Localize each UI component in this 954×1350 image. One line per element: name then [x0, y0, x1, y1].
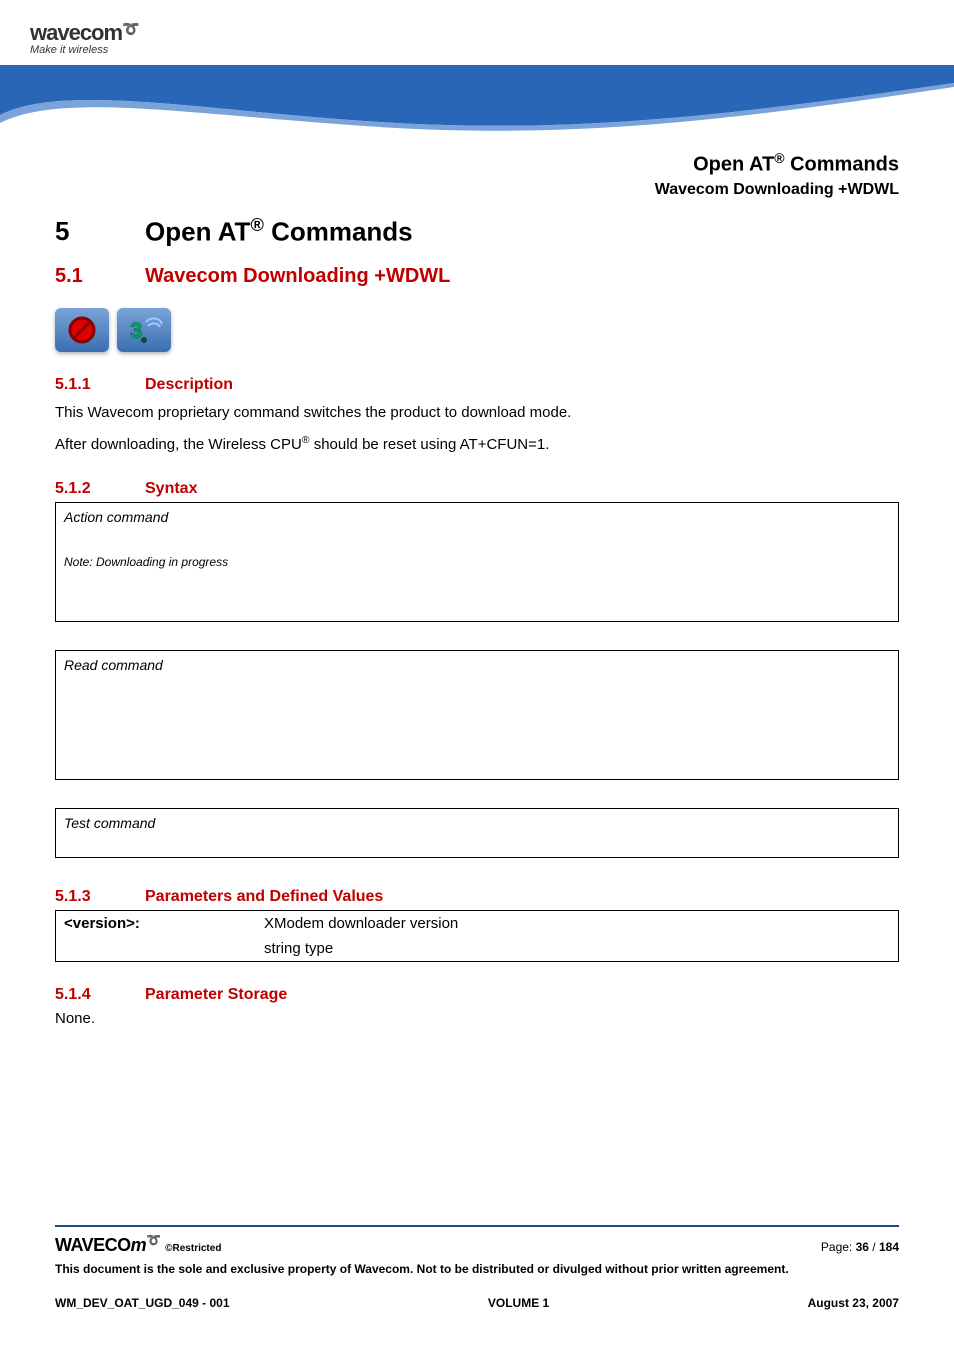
description-para2: After downloading, the Wireless CPU® sho…: [55, 433, 899, 457]
footer-page-label: Page:: [821, 1240, 856, 1254]
subsection-description: 5.1.1Description: [55, 376, 899, 394]
syntax-test-label: Test command: [64, 815, 890, 831]
param-name: [64, 940, 264, 957]
footer-page-current: 36: [856, 1240, 869, 1254]
subsection-title: Parameter Storage: [145, 986, 287, 1003]
footer-page: Page: 36 / 184: [821, 1240, 899, 1254]
syntax-action-note: Note: Downloading in progress: [64, 555, 890, 569]
description-para1: This Wavecom proprietary command switche…: [55, 402, 899, 425]
chapter-number: 5: [55, 216, 145, 247]
logo-brand: wavecom➰: [30, 20, 140, 46]
subsection-title: Parameters and Defined Values: [145, 888, 383, 905]
capability-icons: 3: [55, 308, 899, 352]
section-title: Wavecom Downloading +WDWL: [145, 265, 450, 287]
subsection-number: 5.1.1: [55, 376, 145, 394]
storage-body: None.: [55, 1008, 899, 1031]
subsection-syntax: 5.1.2Syntax: [55, 480, 899, 498]
svg-text:3: 3: [130, 318, 142, 343]
syntax-read-label: Read command: [64, 657, 890, 673]
param-desc: string type: [264, 940, 890, 957]
logo-area: wavecom➰ Make it wireless: [30, 20, 140, 56]
footer-doc-id: WM_DEV_OAT_UGD_049 - 001: [55, 1296, 230, 1310]
subsection-title: Description: [145, 376, 233, 393]
footer-restricted: ©Restricted: [165, 1243, 221, 1254]
footer-volume: VOLUME 1: [488, 1296, 549, 1310]
header-swoosh-icon: [0, 65, 954, 140]
page-header-main: Open AT® Commands: [0, 150, 899, 177]
footer-legal: This document is the sole and exclusive …: [55, 1262, 899, 1278]
page-header-sub: Wavecom Downloading +WDWL: [0, 181, 899, 199]
subsection-storage: 5.1.4Parameter Storage: [55, 986, 899, 1004]
footer-left: wavecom➰ ©Restricted: [55, 1233, 221, 1256]
header-banner: wavecom➰ Make it wireless: [0, 0, 954, 140]
section-heading: 5.1Wavecom Downloading +WDWL: [55, 265, 899, 288]
param-row: string type: [56, 936, 898, 961]
footer-top-row: wavecom➰ ©Restricted Page: 36 / 184: [55, 1233, 899, 1256]
syntax-action-label: Action command: [64, 509, 890, 525]
param-table: <version>: XModem downloader version str…: [55, 910, 899, 962]
footer-date: August 23, 2007: [808, 1296, 899, 1310]
footer-bottom-row: WM_DEV_OAT_UGD_049 - 001 VOLUME 1 August…: [55, 1296, 899, 1310]
no-sim-icon: [55, 308, 109, 352]
subsection-params: 5.1.3Parameters and Defined Values: [55, 888, 899, 906]
syntax-test-box: Test command: [55, 808, 899, 858]
footer: wavecom➰ ©Restricted Page: 36 / 184 This…: [55, 1225, 899, 1310]
subsection-number: 5.1.2: [55, 480, 145, 498]
footer-logo: wavecom➰: [55, 1235, 165, 1255]
param-row: <version>: XModem downloader version: [56, 911, 898, 936]
subsection-title: Syntax: [145, 480, 197, 497]
chapter-heading: 5Open AT® Commands: [55, 215, 899, 248]
section-number: 5.1: [55, 265, 145, 288]
page-header-titles: Open AT® Commands Wavecom Downloading +W…: [0, 150, 954, 199]
param-name: <version>:: [64, 915, 264, 932]
footer-page-sep: /: [869, 1240, 879, 1254]
threeg-icon: 3: [117, 308, 171, 352]
syntax-action-box: Action command Note: Downloading in prog…: [55, 502, 899, 622]
param-desc: XModem downloader version: [264, 915, 890, 932]
footer-page-total: 184: [879, 1240, 899, 1254]
logo-swirl-icon: ➰: [122, 21, 139, 37]
footer-divider: [55, 1225, 899, 1227]
syntax-read-box: Read command: [55, 650, 899, 780]
logo-text: wavecom: [30, 20, 122, 45]
subsection-number: 5.1.3: [55, 888, 145, 906]
content: 5Open AT® Commands 5.1Wavecom Downloadin…: [0, 215, 954, 1031]
subsection-number: 5.1.4: [55, 986, 145, 1004]
